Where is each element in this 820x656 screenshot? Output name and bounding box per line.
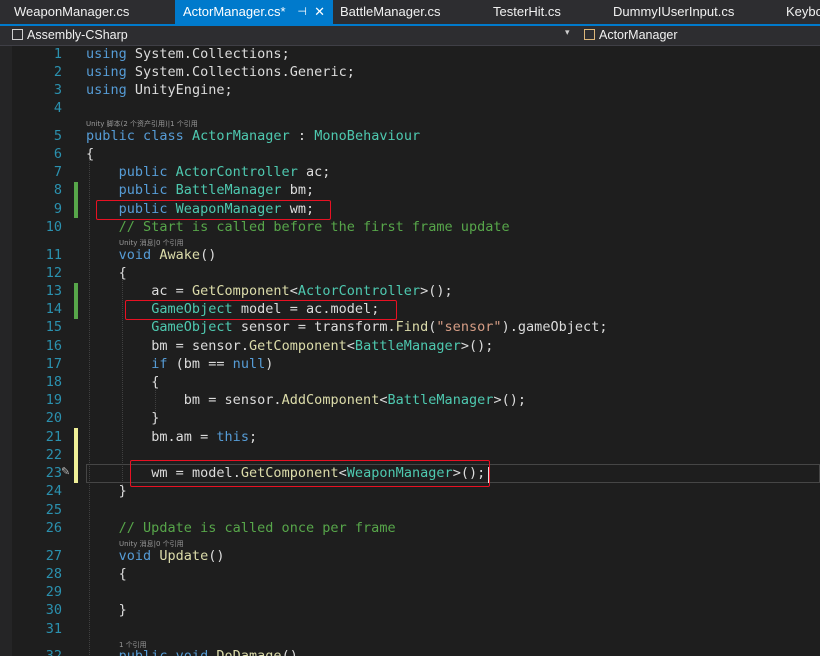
line-number: 22	[45, 447, 62, 463]
code-editor[interactable]: 1 2 3 4 5 6 7 8 9 10 11 12 13 14 15 16 1…	[0, 46, 820, 656]
line-number: 7	[53, 164, 62, 180]
highlight-box-wm-assign	[130, 460, 490, 487]
line-number: 5	[53, 128, 62, 144]
line-number: 31	[45, 621, 62, 637]
code-line-5: public class ActorManager : MonoBehaviou…	[86, 128, 421, 144]
line-number: 29	[45, 584, 62, 600]
code-line-13: ac = GetComponent<ActorController>();	[151, 283, 453, 299]
code-line-20: }	[151, 410, 160, 426]
line-number: 16	[45, 338, 62, 354]
project-icon	[12, 29, 23, 40]
line-number: 2	[53, 64, 62, 80]
project-combo[interactable]: Assembly-CSharp	[12, 27, 128, 43]
line-number: 3	[53, 82, 62, 98]
project-name: Assembly-CSharp	[27, 28, 128, 42]
code-line-21: bm.am = this;	[151, 429, 258, 445]
line-number: 20	[45, 410, 62, 426]
close-icon[interactable]: ✕	[314, 0, 325, 24]
line-number: 9	[53, 201, 62, 217]
pencil-icon[interactable]: ✎	[61, 465, 70, 478]
line-number: 10	[45, 219, 62, 235]
tab-label: ActorManager.cs*	[183, 4, 286, 19]
line-number: 19	[45, 392, 62, 408]
change-marker	[74, 428, 78, 483]
code-line-15: GameObject sensor = transform.Find("sens…	[151, 319, 608, 335]
line-number: 14	[45, 301, 62, 317]
line-number: 32	[45, 648, 62, 656]
highlight-box-model-line	[125, 300, 397, 320]
tab-label: Keyboa	[786, 4, 820, 19]
line-number: 25	[45, 502, 62, 518]
tab-label: WeaponManager.cs	[14, 4, 130, 19]
code-line-7: public ActorController ac;	[118, 164, 331, 180]
line-number: 23	[45, 465, 62, 481]
tab-testerhit[interactable]: TesterHit.cs	[479, 0, 599, 24]
code-line-10: // Start is called before the first fram…	[118, 219, 510, 235]
code-line-12: {	[118, 265, 127, 281]
line-number: 24	[45, 483, 62, 499]
document-tab-strip: WeaponManager.cs ActorManager.cs* ⊣ ✕ Ba…	[0, 0, 820, 24]
code-line-8: public BattleManager bm;	[118, 182, 315, 198]
class-icon	[584, 29, 595, 40]
code-line-6: {	[86, 146, 95, 162]
code-line-30: }	[118, 602, 127, 618]
code-line-24: }	[118, 483, 127, 499]
line-number: 11	[45, 247, 62, 263]
tab-label: BattleManager.cs	[340, 4, 441, 19]
line-number: 8	[53, 182, 62, 198]
code-line-16: bm = sensor.GetComponent<BattleManager>(…	[151, 338, 494, 354]
chevron-down-icon[interactable]: ▾	[565, 28, 570, 38]
member-name: ActorManager	[599, 28, 678, 42]
tab-label: TesterHit.cs	[493, 4, 561, 19]
code-line-19: bm = sensor.AddComponent<BattleManager>(…	[183, 392, 527, 408]
line-number: 26	[45, 520, 62, 536]
highlight-box-wm-field	[96, 200, 331, 220]
line-number: 12	[45, 265, 62, 281]
line-number: 18	[45, 374, 62, 390]
code-line-1: using System.Collections;	[86, 46, 290, 62]
code-line-26: // Update is called once per frame	[118, 520, 396, 536]
line-number: 30	[45, 602, 62, 618]
line-number: 13	[45, 283, 62, 299]
code-line-2: using System.Collections.Generic;	[86, 64, 355, 80]
change-marker	[74, 283, 78, 319]
navigation-bar: Assembly-CSharp ▾ ActorManager	[0, 26, 820, 46]
line-number: 21	[45, 429, 62, 445]
code-line-11: void Awake()	[118, 247, 217, 263]
pin-icon[interactable]: ⊣	[297, 0, 307, 24]
tab-battlemanager[interactable]: BattleManager.cs	[326, 0, 486, 24]
tab-weaponmanager[interactable]: WeaponManager.cs	[0, 0, 170, 24]
line-number: 17	[45, 356, 62, 372]
code-line-3: using UnityEngine;	[86, 82, 233, 98]
line-number: 28	[45, 566, 62, 582]
change-marker	[74, 182, 78, 218]
code-line-17: if (bm == null)	[151, 356, 274, 372]
tab-keyboard[interactable]: Keyboa	[772, 0, 820, 24]
ide-window: WeaponManager.cs ActorManager.cs* ⊣ ✕ Ba…	[0, 0, 820, 656]
code-line-28: {	[118, 566, 127, 582]
glyph-margin	[0, 46, 12, 656]
line-number: 6	[53, 146, 62, 162]
tab-actormanager[interactable]: ActorManager.cs* ⊣ ✕	[175, 0, 333, 24]
tab-dummyiuserinput[interactable]: DummyIUserInput.cs	[599, 0, 779, 24]
member-combo[interactable]: ActorManager	[584, 27, 678, 43]
tab-label: DummyIUserInput.cs	[613, 4, 735, 19]
code-line-18: {	[151, 374, 160, 390]
line-number: 4	[53, 100, 62, 116]
line-number: 1	[53, 46, 62, 62]
line-number: 15	[45, 319, 62, 335]
code-line-27: void Update()	[118, 548, 225, 564]
line-number: 27	[45, 548, 62, 564]
code-line-32: public void DoDamage()	[118, 648, 298, 656]
